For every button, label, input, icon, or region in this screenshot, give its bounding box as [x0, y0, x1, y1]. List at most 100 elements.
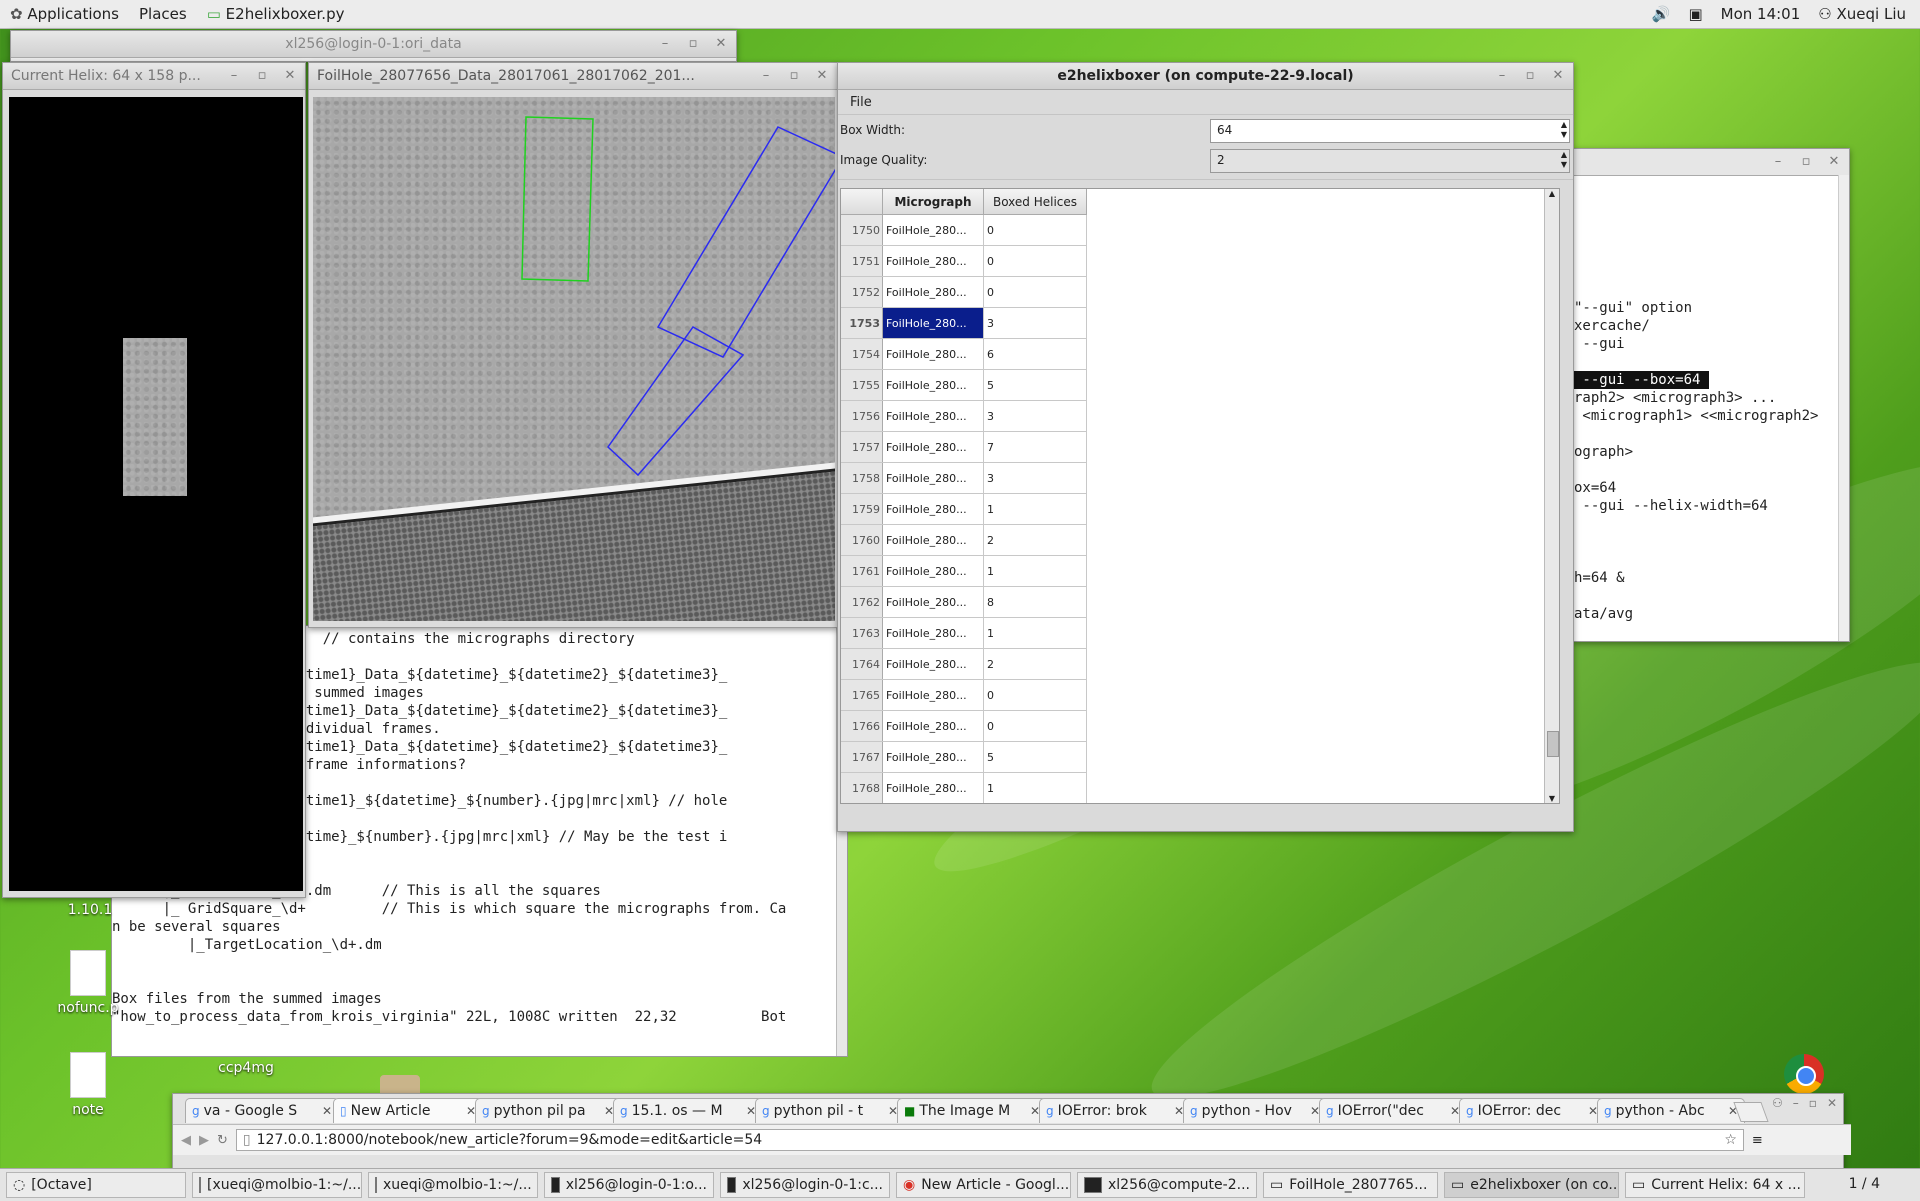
menu-icon[interactable]: ≡	[1752, 1133, 1763, 1148]
row-number[interactable]: 1760	[841, 524, 883, 556]
boxed-helices-cell[interactable]: 5	[983, 369, 1087, 401]
maximize-icon[interactable]: ▫	[1809, 1096, 1817, 1110]
row-number[interactable]: 1762	[841, 586, 883, 618]
forward-icon[interactable]: ▶	[199, 1133, 209, 1148]
row-number[interactable]: 1752	[841, 276, 883, 308]
maximize-icon[interactable]: ▫	[1521, 67, 1539, 85]
boxed-helices-cell[interactable]: 7	[983, 431, 1087, 463]
desktop-icon-note[interactable]: note	[38, 1052, 138, 1118]
col-header-boxed-helices[interactable]: Boxed Helices	[983, 189, 1087, 215]
boxed-helices-cell[interactable]: 0	[983, 710, 1087, 742]
table-row[interactable]: 1757 FoilHole_280... 7	[841, 431, 1087, 463]
table-row[interactable]: 1761 FoilHole_280... 1	[841, 555, 1087, 587]
close-icon[interactable]: ✕	[281, 67, 299, 85]
window-titlebar[interactable]: e2helixboxer (on compute-22-9.local)	[838, 63, 1573, 90]
micrograph-cell[interactable]: FoilHole_280...	[882, 555, 984, 587]
boxed-helices-cell[interactable]: 0	[983, 276, 1087, 308]
close-icon[interactable]: ✕	[1827, 1096, 1837, 1110]
minimize-icon[interactable]: –	[757, 67, 775, 85]
taskbar-item[interactable]: [xueqi@molbio-1:~/...	[192, 1172, 362, 1198]
close-icon[interactable]: ✕	[1825, 153, 1843, 171]
table-row[interactable]: 1767 FoilHole_280... 5	[841, 741, 1087, 773]
table-row[interactable]: 1768 FoilHole_280... 1	[841, 772, 1087, 803]
table-row[interactable]: 1766 FoilHole_280... 0	[841, 710, 1087, 742]
table-row[interactable]: 1754 FoilHole_280... 6	[841, 338, 1087, 370]
micrograph-cell[interactable]: FoilHole_280...	[882, 307, 984, 339]
boxed-helices-cell[interactable]: 0	[983, 214, 1087, 246]
boxed-helices-cell[interactable]: 3	[983, 307, 1087, 339]
new-tab-button[interactable]	[1733, 1102, 1769, 1122]
browser-tab[interactable]: g IOError: brok ✕	[1039, 1098, 1191, 1123]
green-helix-box[interactable]	[521, 116, 594, 282]
row-number[interactable]: 1764	[841, 648, 883, 680]
folder-icon[interactable]	[380, 1075, 420, 1095]
browser-tab[interactable]: g python - Abc ✕	[1597, 1098, 1745, 1123]
boxed-helices-cell[interactable]: 8	[983, 586, 1087, 618]
table-row[interactable]: 1756 FoilHole_280... 3	[841, 400, 1087, 432]
clock[interactable]: Mon 14:01	[1721, 5, 1801, 23]
boxed-helices-cell[interactable]: 0	[983, 679, 1087, 711]
table-row[interactable]: 1758 FoilHole_280... 3	[841, 462, 1087, 494]
maximize-icon[interactable]: ▫	[1797, 153, 1815, 171]
terminal-scrollbar[interactable]	[1838, 175, 1849, 641]
micrograph-cell[interactable]: FoilHole_280...	[882, 276, 984, 308]
desktop-icon-ccp4mg[interactable]: ccp4mg	[196, 1060, 296, 1076]
table-row[interactable]: 1765 FoilHole_280... 0	[841, 679, 1087, 711]
boxed-helices-cell[interactable]: 1	[983, 555, 1087, 587]
taskbar-item[interactable]: ▭ e2helixboxer (on co...	[1444, 1172, 1619, 1198]
address-bar[interactable]: ▯ 127.0.0.1:8000/notebook/new_article?fo…	[235, 1129, 1744, 1151]
table-scrollbar[interactable]: ▲ ▼	[1544, 189, 1559, 803]
boxed-helices-cell[interactable]: 1	[983, 617, 1087, 649]
micrograph-cell[interactable]: FoilHole_280...	[882, 679, 984, 711]
minimize-icon[interactable]: –	[1793, 1096, 1799, 1110]
back-icon[interactable]: ◀	[181, 1133, 191, 1148]
col-header-micrograph[interactable]: Micrograph	[882, 189, 984, 215]
desktop-icon-nofunc[interactable]: nofunc.p	[38, 950, 138, 1016]
boxed-helices-cell[interactable]: 5	[983, 741, 1087, 773]
close-icon[interactable]: ✕	[712, 35, 730, 53]
table-row[interactable]: 1763 FoilHole_280... 1	[841, 617, 1087, 649]
row-number[interactable]: 1761	[841, 555, 883, 587]
places-menu[interactable]: Places	[129, 5, 197, 23]
terminal-text[interactable]: "--gui" option xercache/ --gui --gui --bo…	[1574, 176, 1849, 623]
row-number[interactable]: 1753	[841, 307, 883, 339]
boxed-helices-cell[interactable]: 2	[983, 524, 1087, 556]
tab-close-icon[interactable]: ✕	[322, 1104, 332, 1118]
reload-icon[interactable]: ↻	[217, 1133, 228, 1148]
box-width-spinbox[interactable]: 64 ▲ ▼	[1210, 119, 1570, 143]
row-number[interactable]: 1755	[841, 369, 883, 401]
workspace-indicator[interactable]: 1 / 4	[1849, 1176, 1880, 1192]
micrograph-cell[interactable]: FoilHole_280...	[883, 804, 984, 805]
table-row[interactable]: 1750 FoilHole_280... 0	[841, 214, 1087, 246]
taskbar-item[interactable]: xl256@compute-2...	[1077, 1172, 1257, 1198]
browser-tab[interactable]: g va - Google S ✕	[185, 1098, 339, 1123]
maximize-icon[interactable]: ▫	[684, 35, 702, 53]
taskbar-item[interactable]: ▭ FoilHole_2807765...	[1263, 1172, 1438, 1198]
browser-tab[interactable]: g python pil pa ✕	[475, 1098, 621, 1123]
micrograph-cell[interactable]: FoilHole_280...	[882, 369, 984, 401]
table-row[interactable]: 1752 FoilHole_280... 0	[841, 276, 1087, 308]
boxed-helices-cell[interactable]: 1	[983, 772, 1087, 803]
window-titlebar[interactable]: xl256@login-0-1:ori_data	[11, 31, 736, 58]
table-row[interactable]: 1760 FoilHole_280... 2	[841, 524, 1087, 556]
browser-tab[interactable]: g 15.1. os — M ✕	[613, 1098, 763, 1123]
table-row[interactable]: 1759 FoilHole_280... 1	[841, 493, 1087, 525]
taskbar-item[interactable]: ◌ [Octave]	[6, 1172, 186, 1198]
boxed-helices-cell[interactable]: 0	[984, 804, 1087, 805]
row-number[interactable]: 1756	[841, 400, 883, 432]
taskbar-item[interactable]: xl256@login-0-1:c...	[720, 1172, 890, 1198]
minimize-icon[interactable]: –	[1769, 153, 1787, 171]
blue-helix-box[interactable]	[607, 326, 745, 477]
micrograph-cell[interactable]: FoilHole_280...	[882, 586, 984, 618]
taskbar-item[interactable]: xueqi@molbio-1:~/...	[368, 1172, 538, 1198]
micrograph-cell[interactable]: FoilHole_280...	[882, 462, 984, 494]
micrograph-cell[interactable]: FoilHole_280...	[882, 214, 984, 246]
row-number[interactable]: 1750	[841, 214, 883, 246]
browser-tab[interactable]: g IOError("dec ✕	[1319, 1098, 1467, 1123]
minimize-icon[interactable]: –	[1493, 67, 1511, 85]
micrograph-cell[interactable]: FoilHole_280...	[882, 338, 984, 370]
helix-canvas[interactable]	[9, 97, 303, 891]
row-number[interactable]: 1758	[841, 462, 883, 494]
micrograph-cell[interactable]: FoilHole_280...	[882, 400, 984, 432]
browser-tab[interactable]: g python - Hov ✕	[1183, 1098, 1327, 1123]
